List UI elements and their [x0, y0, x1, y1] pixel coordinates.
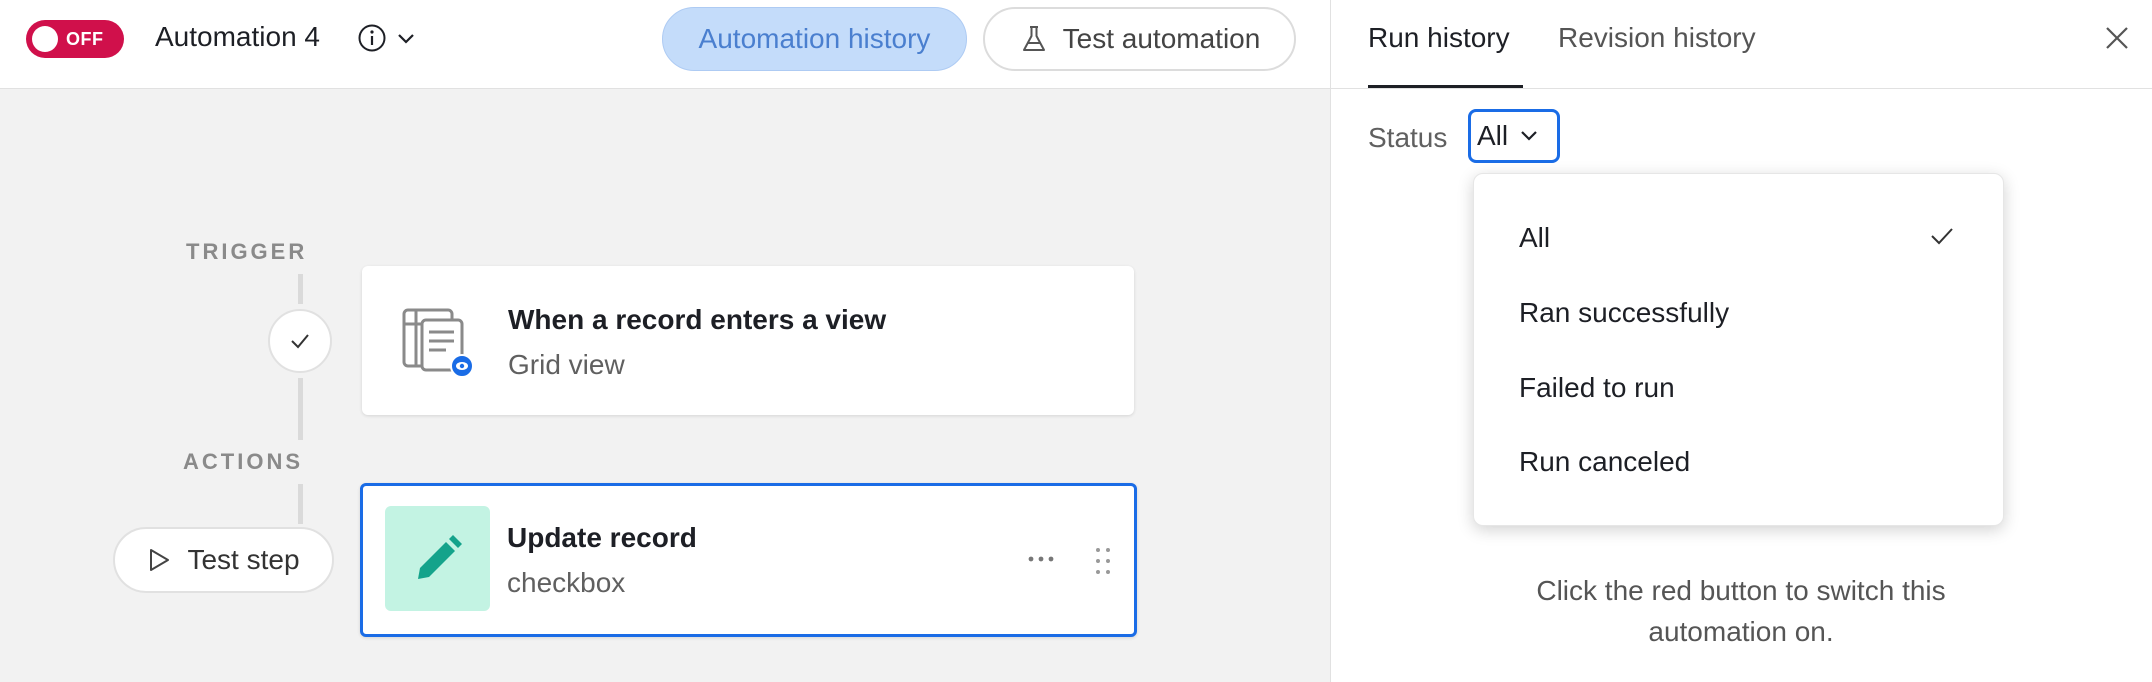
automation-history-label: Automation history	[698, 23, 931, 54]
test-automation-button[interactable]: Test automation	[983, 7, 1296, 71]
empty-state-message: Click the red button to switch this auto…	[1536, 575, 1946, 647]
status-filter-select[interactable]: All	[1468, 109, 1560, 163]
connector-line	[298, 274, 303, 304]
grid-view-icon	[402, 308, 474, 378]
check-icon	[291, 334, 309, 349]
connector-line	[298, 378, 303, 440]
trigger-title: When a record enters a view	[508, 304, 887, 335]
active-tab-indicator	[1368, 85, 1523, 88]
status-dropdown-menu: All Ran successfully Failed to run Run c…	[1473, 173, 2004, 526]
test-step-label: Test step	[187, 544, 300, 575]
more-options-icon[interactable]	[1023, 544, 1059, 574]
toggle-label: OFF	[66, 29, 104, 49]
automation-name[interactable]: Automation 4	[155, 21, 320, 53]
trigger-status-circle	[268, 309, 332, 373]
status-option-failed-to-run[interactable]: Failed to run	[1519, 372, 1675, 404]
history-panel: Run history Revision history Status All …	[1330, 0, 2152, 682]
chevron-down-icon[interactable]	[395, 28, 417, 50]
status-option-ran-successfully[interactable]: Ran successfully	[1519, 297, 1729, 329]
toggle-knob	[32, 26, 58, 52]
test-automation-label: Test automation	[1062, 23, 1261, 54]
tab-run-history[interactable]: Run history	[1368, 22, 1510, 54]
automation-on-off-toggle[interactable]: OFF	[26, 20, 124, 58]
drag-handle-icon[interactable]	[1091, 544, 1115, 578]
trigger-section-label: TRIGGER	[186, 239, 308, 264]
status-option-all[interactable]: All	[1519, 222, 1550, 254]
pencil-icon	[417, 534, 462, 579]
automation-history-button[interactable]: Automation history	[662, 7, 967, 71]
connector-line	[298, 484, 303, 524]
status-filter-value: All	[1477, 120, 1509, 151]
play-icon	[150, 549, 170, 571]
test-step-button[interactable]: Test step	[113, 527, 334, 593]
status-filter-label: Status	[1368, 122, 1448, 153]
status-option-run-canceled[interactable]: Run canceled	[1519, 446, 1690, 478]
history-tabs: Run history Revision history	[1331, 0, 2152, 89]
action-card[interactable]: Update record checkbox	[360, 483, 1137, 637]
automation-toolbar: OFF Automation 4 Automation history Test…	[0, 0, 1330, 89]
action-title: Update record	[507, 522, 697, 553]
trigger-card[interactable]: When a record enters a view Grid view	[362, 266, 1134, 415]
trigger-subtitle: Grid view	[508, 349, 625, 380]
close-icon[interactable]	[2104, 25, 2130, 51]
action-icon-tile	[385, 506, 490, 611]
info-icon[interactable]	[357, 23, 387, 53]
check-icon	[1931, 228, 1953, 245]
tab-revision-history[interactable]: Revision history	[1558, 22, 1756, 54]
flask-icon	[1022, 26, 1045, 51]
action-subtitle: checkbox	[507, 567, 626, 598]
chevron-down-icon	[1521, 131, 1537, 141]
actions-section-label: ACTIONS	[183, 449, 303, 474]
automation-editor: OFF Automation 4 Automation history Test…	[0, 0, 1330, 682]
